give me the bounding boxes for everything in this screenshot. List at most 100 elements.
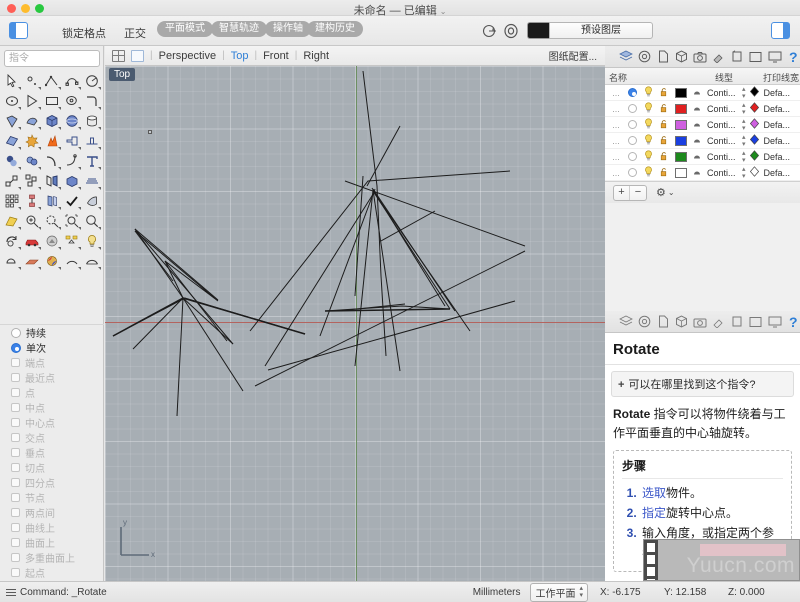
help-panel-tabbar[interactable]: ? [605, 311, 800, 333]
osnap-single-radio[interactable]: 单次 [0, 340, 104, 355]
layer-color-swatch[interactable] [675, 168, 687, 178]
layers-list[interactable]: ...Conti...▴▾Defa......Conti...▴▾Defa...… [605, 85, 800, 181]
linetype-cell[interactable]: Conti... [707, 120, 741, 130]
smart-track-pill[interactable]: 智慧轨迹 [211, 21, 267, 37]
table-row[interactable]: ...Conti...▴▾Defa... [605, 149, 800, 165]
boolean-icon[interactable] [42, 131, 62, 151]
mirror-icon[interactable] [42, 171, 62, 191]
viewport-top[interactable]: Top y x [105, 66, 605, 581]
blend-icon[interactable] [2, 151, 22, 171]
measure-icon[interactable] [82, 251, 102, 271]
unlock-icon[interactable] [659, 119, 668, 131]
named-views-icon[interactable] [731, 315, 744, 329]
stepper-icon[interactable]: ▴▾ [742, 102, 746, 116]
current-layer-radio[interactable] [628, 152, 637, 161]
print-color-diamond[interactable] [749, 134, 760, 147]
remove-layer-button[interactable]: − [630, 186, 646, 200]
explode-icon[interactable] [22, 131, 42, 151]
viewport-tab-perspective[interactable]: Perspective [159, 50, 216, 62]
objects-icon[interactable] [675, 315, 688, 329]
lock-grid-toggle[interactable]: 锁定格点 [62, 25, 106, 41]
help-step-link[interactable]: 选取 [642, 486, 666, 500]
linetype-cell[interactable]: Conti... [707, 136, 741, 146]
light-bulb-icon[interactable] [644, 118, 653, 132]
objects-icon[interactable] [675, 50, 688, 64]
gumball-pill[interactable]: 操作轴 [265, 21, 311, 37]
layer-visibility-icon[interactable] [481, 22, 499, 40]
print-color-diamond[interactable] [749, 118, 760, 131]
linetype-cell[interactable]: Conti... [707, 88, 741, 98]
current-layer-radio[interactable] [628, 104, 637, 113]
osnap-item-4[interactable]: 中心点 [0, 415, 104, 430]
layers-icon[interactable] [619, 50, 633, 64]
history-pill[interactable]: 建构历史 [307, 21, 363, 37]
stepper-icon[interactable]: ▴▾ [742, 134, 746, 148]
color-wheel-icon[interactable] [42, 251, 62, 271]
stepper-icon[interactable]: ▴▾ [742, 150, 746, 164]
panel-icon[interactable] [749, 315, 762, 329]
polyline-icon[interactable] [42, 71, 62, 91]
print-color-diamond[interactable] [749, 166, 760, 179]
camera-icon[interactable] [693, 315, 707, 329]
planar-mode-pill[interactable]: 平面模式 [157, 21, 213, 37]
arc-icon[interactable] [22, 91, 42, 111]
stepper-icon[interactable]: ▴▾ [742, 118, 746, 132]
light-bulb-icon[interactable] [644, 150, 653, 164]
monitor-icon[interactable] [768, 50, 782, 64]
surface-patch-icon[interactable] [2, 111, 22, 131]
osnap-item-8[interactable]: 四分点 [0, 475, 104, 490]
unlock-icon[interactable] [659, 167, 668, 179]
layer-add-remove-group[interactable]: + − [613, 185, 647, 201]
viewport-tab-right[interactable]: Right [303, 50, 329, 62]
layer-color-swatch[interactable] [675, 88, 687, 98]
arrow-select-icon[interactable] [2, 71, 22, 91]
osnap-item-11[interactable]: 曲线上 [0, 520, 104, 535]
properties-icon[interactable] [638, 315, 651, 329]
four-view-icon[interactable] [112, 50, 125, 62]
polar-array-icon[interactable] [22, 191, 42, 211]
printwidth-cell[interactable]: Defa... [764, 168, 794, 178]
car-icon[interactable] [22, 231, 42, 251]
current-layer-radio[interactable] [628, 88, 637, 97]
zoom-in-icon[interactable] [22, 211, 42, 231]
table-row[interactable]: ...Conti...▴▾Defa... [605, 101, 800, 117]
stepper-icon[interactable]: ▴▾ [742, 166, 746, 180]
zoom-extents-icon[interactable] [82, 211, 102, 231]
linetype-cell[interactable]: Conti... [707, 152, 741, 162]
camera-icon[interactable] [693, 50, 707, 64]
osnap-item-5[interactable]: 交点 [0, 430, 104, 445]
layer-target-icon[interactable] [502, 22, 520, 40]
light-bulb-icon[interactable] [644, 86, 653, 100]
light-bulb-icon[interactable] [644, 166, 653, 180]
ground-plane-icon[interactable] [22, 251, 42, 271]
osnap-item-0[interactable]: 端点 [0, 355, 104, 370]
surface-sweep-icon[interactable] [22, 111, 42, 131]
hamburger-icon[interactable] [6, 587, 16, 598]
right-panel-toggle-button[interactable] [771, 22, 790, 39]
curve-icon[interactable] [62, 71, 82, 91]
osnap-item-7[interactable]: 切点 [0, 460, 104, 475]
osnap-item-14[interactable]: 起点 [0, 565, 104, 580]
help-icon[interactable]: ? [787, 315, 800, 329]
viewport-label[interactable]: Top [109, 68, 135, 81]
text-icon[interactable] [82, 151, 102, 171]
layer-color-swatch[interactable] [675, 136, 687, 146]
osnap-item-10[interactable]: 两点间 [0, 505, 104, 520]
pages-icon[interactable] [656, 50, 669, 64]
panel-icon[interactable] [749, 50, 762, 64]
material-icon[interactable] [693, 120, 702, 129]
current-layer-color-swatch[interactable] [527, 22, 549, 39]
layer-options-button[interactable]: ⚙ ⌄ [655, 185, 676, 200]
osnap-item-12[interactable]: 曲面上 [0, 535, 104, 550]
printwidth-cell[interactable]: Defa... [764, 152, 794, 162]
osnap-persistent-radio[interactable]: 持续 [0, 325, 104, 340]
properties-icon[interactable] [638, 50, 651, 64]
layout-config-button[interactable]: 图纸配置... [549, 48, 597, 63]
ortho-toggle[interactable]: 正交 [124, 25, 146, 41]
single-view-icon[interactable] [131, 50, 144, 62]
rectangle-icon[interactable] [42, 91, 62, 111]
circle-icon[interactable] [82, 71, 102, 91]
osnap-item-2[interactable]: 点 [0, 385, 104, 400]
monitor-icon[interactable] [768, 315, 782, 329]
bulb-icon[interactable] [82, 231, 102, 251]
